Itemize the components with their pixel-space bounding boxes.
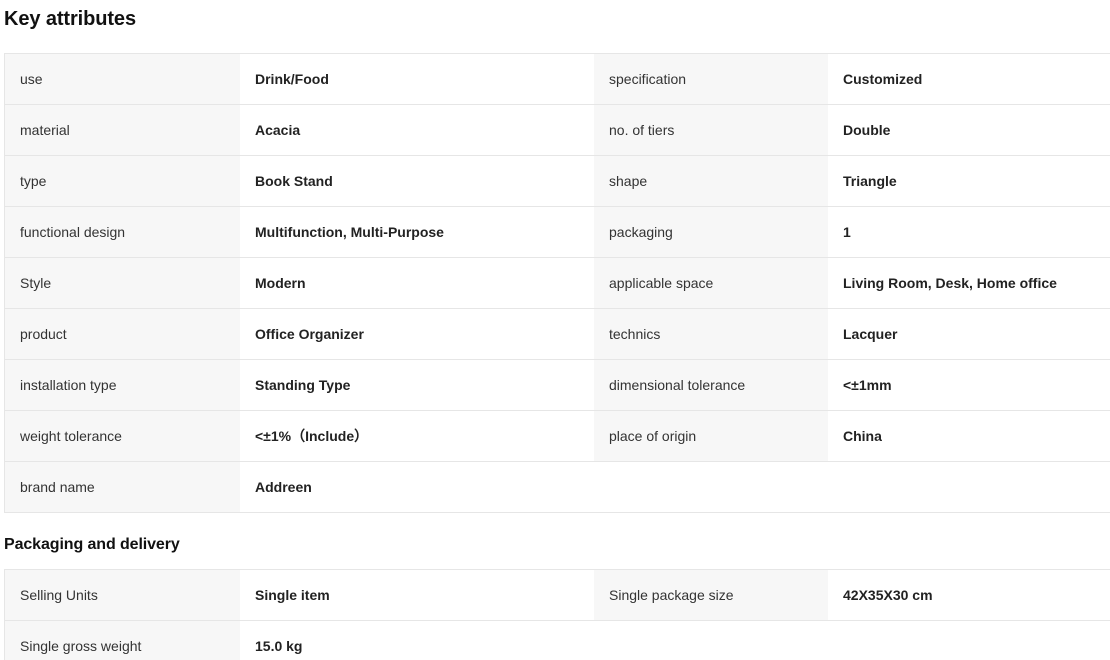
attribute-value: Acacia (240, 105, 594, 155)
table-row: weight tolerance <±1%（Include） place of … (4, 411, 1110, 462)
attribute-value: Office Organizer (240, 309, 594, 359)
table-row: installation type Standing Type dimensio… (4, 360, 1110, 411)
table-row: material Acacia no. of tiers Double (4, 105, 1110, 156)
attribute-value: China (828, 411, 1110, 461)
attribute-label: product (5, 309, 240, 359)
key-attributes-title: Key attributes (4, 8, 136, 30)
attribute-value: <±1mm (828, 360, 1110, 410)
attribute-value: Lacquer (828, 309, 1110, 359)
attribute-value: Book Stand (240, 156, 594, 206)
empty-cell (594, 621, 828, 660)
attribute-value: Modern (240, 258, 594, 308)
table-row: Single gross weight 15.0 kg (4, 621, 1110, 660)
attribute-label: Single gross weight (5, 621, 240, 660)
packaging-delivery-title: Packaging and delivery (4, 536, 180, 553)
attribute-value: Addreen (240, 462, 594, 512)
attribute-label: packaging (594, 207, 828, 257)
attribute-value: Single item (240, 570, 594, 620)
attribute-label: no. of tiers (594, 105, 828, 155)
attribute-value: 42X35X30 cm (828, 570, 1110, 620)
attribute-value: 1 (828, 207, 1110, 257)
attribute-label: Single package size (594, 570, 828, 620)
attribute-label: type (5, 156, 240, 206)
attribute-value: Standing Type (240, 360, 594, 410)
attribute-value: 15.0 kg (240, 621, 594, 660)
attribute-label: Style (5, 258, 240, 308)
table-row: Selling Units Single item Single package… (4, 570, 1110, 621)
key-attributes-table: use Drink/Food specification Customized … (4, 53, 1110, 513)
empty-cell (828, 621, 1110, 660)
attribute-value: Double (828, 105, 1110, 155)
attribute-value: Triangle (828, 156, 1110, 206)
attribute-label: technics (594, 309, 828, 359)
table-row: Style Modern applicable space Living Roo… (4, 258, 1110, 309)
table-row: product Office Organizer technics Lacque… (4, 309, 1110, 360)
table-row: use Drink/Food specification Customized (4, 54, 1110, 105)
attribute-label: applicable space (594, 258, 828, 308)
attribute-label: installation type (5, 360, 240, 410)
attribute-label: material (5, 105, 240, 155)
packaging-delivery-table: Selling Units Single item Single package… (4, 569, 1110, 660)
table-row: functional design Multifunction, Multi-P… (4, 207, 1110, 258)
table-row: type Book Stand shape Triangle (4, 156, 1110, 207)
attribute-value: Drink/Food (240, 54, 594, 104)
table-row: brand name Addreen (4, 462, 1110, 513)
attribute-label: functional design (5, 207, 240, 257)
attribute-value: <±1%（Include） (240, 411, 594, 461)
attribute-value: Multifunction, Multi-Purpose (240, 207, 594, 257)
attribute-label: specification (594, 54, 828, 104)
attribute-label: place of origin (594, 411, 828, 461)
attribute-label: dimensional tolerance (594, 360, 828, 410)
attribute-value: Living Room, Desk, Home office (828, 258, 1110, 308)
attribute-label: brand name (5, 462, 240, 512)
attribute-value: Customized (828, 54, 1110, 104)
attribute-label: shape (594, 156, 828, 206)
empty-cell (828, 462, 1110, 512)
attribute-label: weight tolerance (5, 411, 240, 461)
product-attributes-page: Key attributes use Drink/Food specificat… (0, 0, 1110, 660)
empty-cell (594, 462, 828, 512)
attribute-label: use (5, 54, 240, 104)
attribute-label: Selling Units (5, 570, 240, 620)
